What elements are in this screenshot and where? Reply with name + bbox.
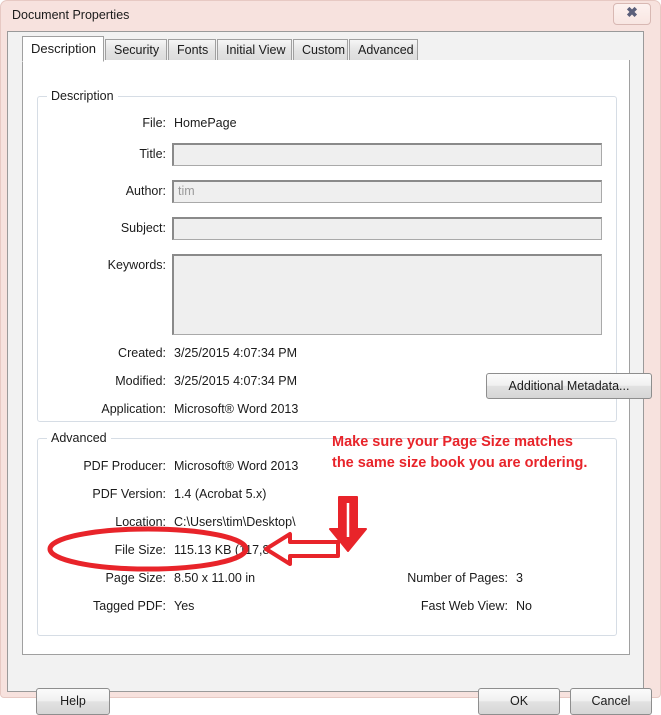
close-icon: ✖ (626, 6, 638, 21)
tab-page-description: Description File: HomePage Title: Author… (22, 60, 652, 655)
annotation-text: Make sure your Page Size matches the sam… (332, 434, 588, 471)
close-button[interactable]: ✖ (613, 3, 651, 25)
tab-advanced[interactable]: Advanced (349, 39, 418, 61)
document-properties-window: Document Properties ✖ Description Securi… (0, 0, 661, 715)
created-label: Created: (118, 346, 166, 360)
modified-label: Modified: (115, 374, 166, 388)
file-label: File: (142, 116, 166, 130)
created-value: 3/25/2015 4:07:34 PM (174, 346, 298, 360)
advanced-group-legend: Advanced (47, 431, 111, 445)
tagged-pdf-value: Yes (174, 599, 195, 613)
tab-initial-view[interactable]: Initial View (217, 39, 292, 61)
location-label: Location: (115, 515, 166, 529)
ok-button[interactable]: OK (478, 688, 560, 715)
keywords-input[interactable] (172, 254, 602, 335)
tab-strip: Description Security Fonts Initial View … (22, 36, 630, 62)
modified-value: 3/25/2015 4:07:34 PM (174, 374, 298, 388)
tab-security[interactable]: Security (105, 39, 167, 61)
file-size-label: File Size: (114, 543, 166, 557)
title-input[interactable] (172, 143, 602, 166)
page-size-label: Page Size: (105, 571, 166, 585)
window-title: Document Properties (12, 8, 130, 22)
fast-web-view-value: No (516, 599, 532, 613)
page-size-value: 8.50 x 11.00 in (174, 571, 256, 585)
author-label: Author: (125, 184, 166, 198)
subject-label: Subject: (120, 221, 166, 235)
author-input[interactable]: tim (172, 180, 602, 203)
title-bar: Document Properties ✖ (1, 1, 661, 31)
tab-description[interactable]: Description (22, 36, 104, 62)
subject-input[interactable] (172, 217, 602, 240)
pdf-version-label: PDF Version: (92, 487, 166, 501)
number-of-pages-value: 3 (516, 571, 523, 585)
location-value: C:\Users\tim\Desktop\ (174, 515, 296, 529)
tagged-pdf-label: Tagged PDF: (93, 599, 166, 613)
pdf-version-value: 1.4 (Acrobat 5.x) (174, 487, 267, 501)
keywords-label: Keywords: (107, 258, 166, 272)
cancel-button[interactable]: Cancel (570, 688, 652, 715)
application-value: Microsoft® Word 2013 (174, 402, 299, 416)
description-group-legend: Description (47, 89, 118, 103)
file-value: HomePage (174, 116, 237, 130)
dialog-client-area: Description Security Fonts Initial View … (7, 31, 652, 715)
tab-fonts[interactable]: Fonts (168, 39, 216, 61)
file-size-value: 115.13 KB (117,898 Bytes) (174, 543, 323, 557)
title-label: Title: (139, 147, 166, 161)
number-of-pages-label: Number of Pages: (407, 571, 508, 585)
additional-metadata-button[interactable]: Additional Metadata... (486, 373, 652, 399)
pdf-producer-value: Microsoft® Word 2013 (174, 459, 299, 473)
pdf-producer-label: PDF Producer: (83, 459, 166, 473)
application-label: Application: (101, 402, 166, 416)
fast-web-view-label: Fast Web View: (420, 599, 508, 613)
tab-custom[interactable]: Custom (293, 39, 348, 61)
help-button[interactable]: Help (36, 688, 110, 715)
